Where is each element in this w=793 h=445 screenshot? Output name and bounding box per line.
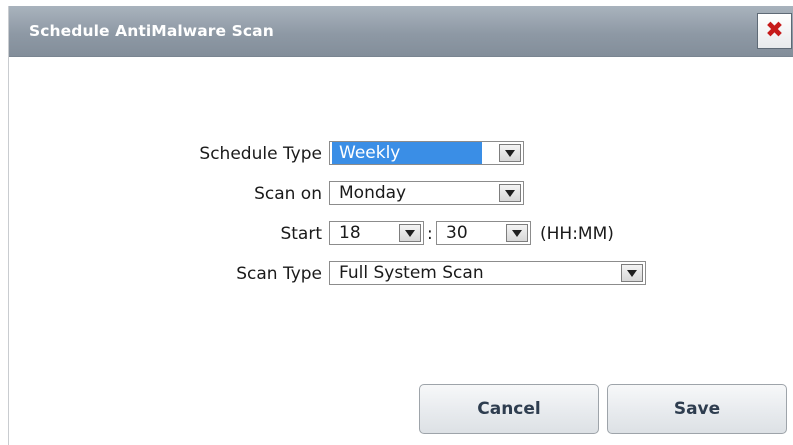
cancel-button[interactable]: Cancel (419, 384, 599, 434)
start-hour-value: 18 (339, 223, 361, 243)
time-format-hint: (HH:MM) (540, 224, 614, 244)
scan-on-value: Monday (339, 183, 407, 203)
chevron-down-icon[interactable] (499, 184, 521, 202)
dialog-title-bar[interactable]: Schedule AntiMalware Scan ✖ (9, 6, 793, 57)
close-icon: ✖ (765, 18, 784, 43)
scan-on-label: Scan on (254, 184, 322, 204)
chevron-down-icon[interactable] (621, 264, 643, 282)
schedule-type-value: Weekly (332, 142, 482, 164)
scan-type-label: Scan Type (236, 264, 322, 284)
schedule-type-select[interactable]: Weekly (329, 141, 524, 165)
chevron-down-icon[interactable] (399, 224, 421, 242)
chevron-down-icon[interactable] (506, 224, 528, 242)
start-minute-select[interactable]: 30 (436, 221, 531, 245)
start-hour-select[interactable]: 18 (329, 221, 424, 245)
scan-type-select[interactable]: Full System Scan (329, 261, 646, 285)
time-separator: : (427, 224, 433, 244)
start-label: Start (280, 224, 322, 244)
scan-type-value: Full System Scan (339, 263, 484, 283)
dialog-title: Schedule AntiMalware Scan (29, 22, 274, 40)
close-button[interactable]: ✖ (757, 13, 792, 49)
start-minute-value: 30 (446, 223, 468, 243)
chevron-down-icon[interactable] (499, 144, 521, 162)
schedule-type-label: Schedule Type (199, 144, 322, 164)
scan-on-select[interactable]: Monday (329, 181, 524, 205)
save-button[interactable]: Save (607, 384, 787, 434)
